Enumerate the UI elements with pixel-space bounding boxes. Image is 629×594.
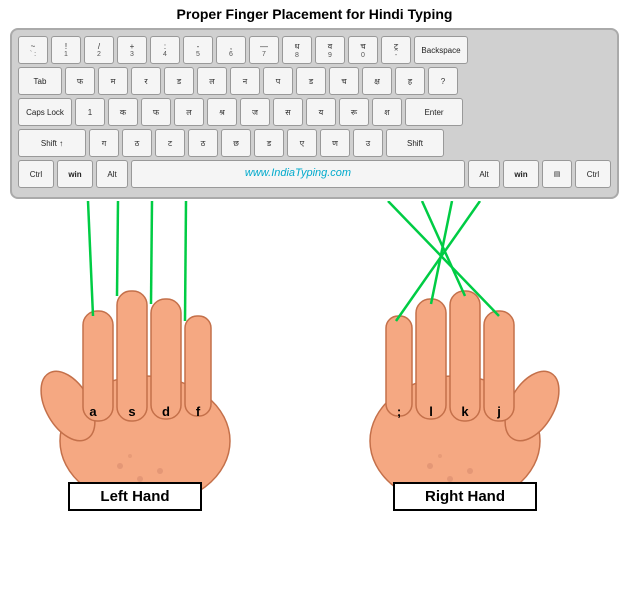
key-i[interactable]: ड [296,67,326,95]
website-text: www.IndiaTyping.com [245,167,351,179]
key-shift-left[interactable]: Shift ↑ [18,129,86,157]
key-g[interactable]: श्र [207,98,237,126]
key-alt-left[interactable]: Alt [96,160,128,188]
key-bracket-r[interactable]: ? [428,67,458,95]
key-win-left[interactable]: win [57,160,93,188]
key-7[interactable]: —7 [249,36,279,64]
key-0[interactable]: च0 [348,36,378,64]
key-v[interactable]: ठ [188,129,218,157]
keyboard-container: ~` : !1 /2 +3 :4 -5 ,6 —7 ध8 व9 च0 ट्र- … [10,28,619,199]
key-win-right[interactable]: win [503,160,539,188]
keyboard-row-3: Caps Lock 1 क फ ल श्र ज स य रू श Enter [18,98,611,126]
key-q[interactable]: फ [65,67,95,95]
key-bracket-l[interactable]: ह [395,67,425,95]
key-enter[interactable]: Enter [405,98,463,126]
key-d[interactable]: फ [141,98,171,126]
svg-text:f: f [196,404,201,419]
key-t[interactable]: ल [197,67,227,95]
key-l[interactable]: रू [339,98,369,126]
right-hand-label: Right Hand [393,482,537,511]
page-title: Proper Finger Placement for Hindi Typing [0,0,629,26]
key-1[interactable]: !1 [51,36,81,64]
key-minus[interactable]: ट्र- [381,36,411,64]
key-caps-lock[interactable]: Caps Lock [18,98,72,126]
key-x[interactable]: ठ [122,129,152,157]
key-h[interactable]: ज [240,98,270,126]
key-menu[interactable]: ▤ [542,160,572,188]
keyboard-row-1: ~` : !1 /2 +3 :4 -5 ,6 —7 ध8 व9 च0 ट्र- … [18,36,611,64]
key-c[interactable]: ट [155,129,185,157]
svg-text:d: d [162,404,170,419]
key-tab[interactable]: Tab [18,67,62,95]
key-6[interactable]: ,6 [216,36,246,64]
key-backtick[interactable]: ~` : [18,36,48,64]
key-n[interactable]: ड [254,129,284,157]
svg-text:l: l [429,404,433,419]
key-z[interactable]: ग [89,129,119,157]
key-3[interactable]: +3 [117,36,147,64]
left-hand-label: Left Hand [68,482,201,511]
key-j[interactable]: स [273,98,303,126]
svg-text:;: ; [397,404,401,419]
key-m[interactable]: ए [287,129,317,157]
svg-text:a: a [89,404,97,419]
key-backspace[interactable]: Backspace [414,36,468,64]
key-4[interactable]: :4 [150,36,180,64]
key-space[interactable]: www.IndiaTyping.com [131,160,465,188]
key-9[interactable]: व9 [315,36,345,64]
key-a[interactable]: 1 [75,98,105,126]
key-ctrl-right[interactable]: Ctrl [575,160,611,188]
key-b[interactable]: छ [221,129,251,157]
key-k[interactable]: य [306,98,336,126]
key-2[interactable]: /2 [84,36,114,64]
hands-lines-overlay: a s d f ; l k [0,201,629,511]
key-shift-right[interactable]: Shift [386,129,444,157]
key-8[interactable]: ध8 [282,36,312,64]
key-u[interactable]: प [263,67,293,95]
key-r[interactable]: ड [164,67,194,95]
key-alt-right[interactable]: Alt [468,160,500,188]
svg-text:j: j [496,404,501,419]
key-s[interactable]: क [108,98,138,126]
keyboard-row-2: Tab फ म र ड ल न प ड च क्ष ह ? [18,67,611,95]
key-y[interactable]: न [230,67,260,95]
key-ctrl-left[interactable]: Ctrl [18,160,54,188]
key-p[interactable]: क्ष [362,67,392,95]
key-comma[interactable]: ण [320,129,350,157]
key-period[interactable]: उ [353,129,383,157]
key-w[interactable]: म [98,67,128,95]
key-f[interactable]: ल [174,98,204,126]
key-e[interactable]: र [131,67,161,95]
svg-text:k: k [461,404,469,419]
key-5[interactable]: -5 [183,36,213,64]
key-semicolon[interactable]: श [372,98,402,126]
svg-text:s: s [128,404,135,419]
keyboard-row-4: Shift ↑ ग ठ ट ठ छ ड ए ण उ Shift [18,129,611,157]
keyboard-row-5: Ctrl win Alt www.IndiaTyping.com Alt win… [18,160,611,188]
key-o[interactable]: च [329,67,359,95]
